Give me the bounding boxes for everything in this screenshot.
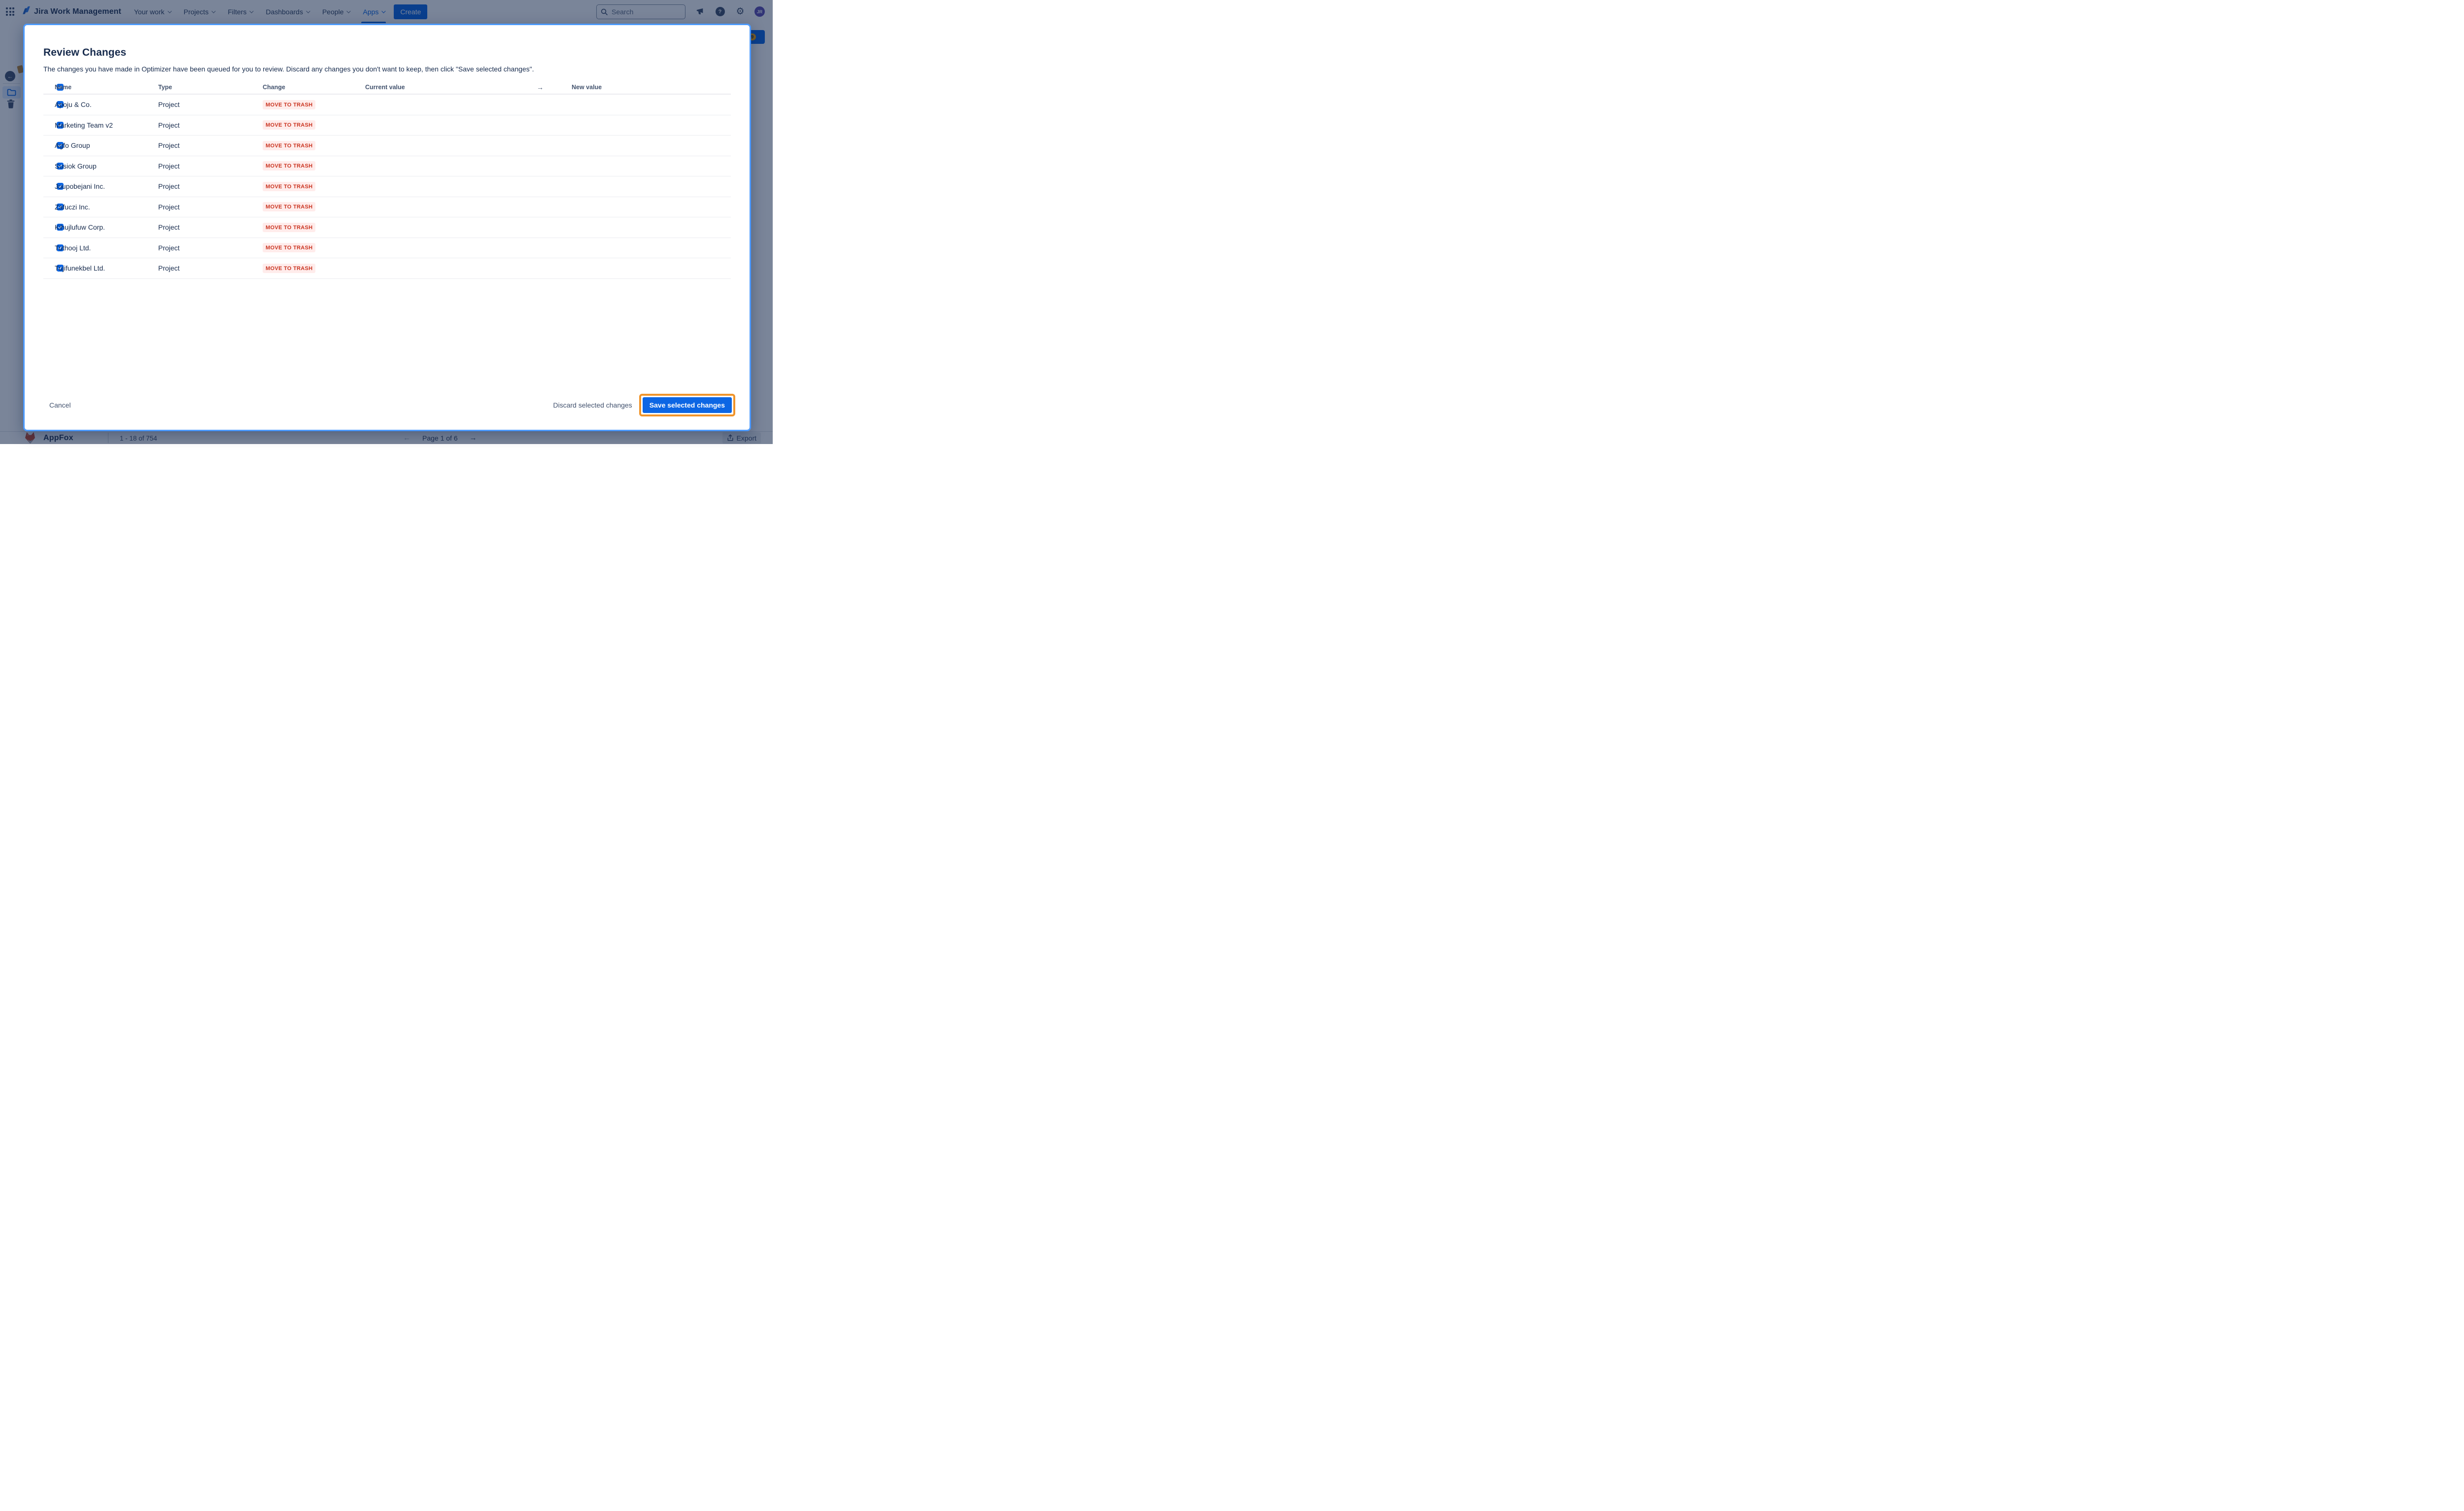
table-row: Apoju & Co. Project MOVE TO TRASH [43, 95, 731, 115]
row-type: Project [158, 182, 263, 190]
column-header-change: Change [263, 84, 365, 91]
row-name: Agfo Group [55, 141, 158, 149]
discard-selected-button[interactable]: Discard selected changes [553, 401, 632, 409]
changes-table: Name Type Change Current value → New val… [43, 80, 731, 279]
modal-description: The changes you have made in Optimizer h… [43, 64, 731, 74]
table-row: Tuthooj Ltd. Project MOVE TO TRASH [43, 238, 731, 259]
table-row: Juupobejani Inc. Project MOVE TO TRASH [43, 176, 731, 197]
change-badge: MOVE TO TRASH [263, 264, 315, 273]
save-selected-button[interactable]: Save selected changes [643, 397, 732, 413]
column-header-new: New value [572, 84, 731, 91]
row-type: Project [158, 141, 263, 149]
arrow-right-icon: → [537, 83, 572, 91]
table-body: Apoju & Co. Project MOVE TO TRASH Market… [43, 95, 731, 279]
table-row: Tujifunekbel Ltd. Project MOVE TO TRASH [43, 258, 731, 279]
modal-title: Review Changes [43, 47, 731, 59]
table-header-row: Name Type Change Current value → New val… [43, 80, 731, 95]
row-name: Marketing Team v2 [55, 121, 158, 129]
table-row: Marketing Team v2 Project MOVE TO TRASH [43, 115, 731, 136]
modal-footer: Cancel Discard selected changes Save sel… [49, 394, 735, 416]
annotation-highlight-ring: Save selected changes [639, 394, 735, 416]
change-badge: MOVE TO TRASH [263, 223, 315, 232]
row-type: Project [158, 223, 263, 231]
row-name: Juupobejani Inc. [55, 182, 158, 190]
column-header-current: Current value [365, 84, 537, 91]
row-type: Project [158, 203, 263, 211]
change-badge: MOVE TO TRASH [263, 141, 315, 150]
change-badge: MOVE TO TRASH [263, 161, 315, 171]
row-name: Zafuczi Inc. [55, 203, 158, 211]
row-name: Apoju & Co. [55, 101, 158, 108]
row-type: Project [158, 101, 263, 108]
row-type: Project [158, 264, 263, 272]
table-row: Kihujlufuw Corp. Project MOVE TO TRASH [43, 217, 731, 238]
row-name: Tuthooj Ltd. [55, 244, 158, 252]
table-row: Susiok Group Project MOVE TO TRASH [43, 156, 731, 177]
column-header-name: Name [55, 84, 158, 91]
change-badge: MOVE TO TRASH [263, 182, 315, 191]
row-type: Project [158, 121, 263, 129]
change-badge: MOVE TO TRASH [263, 202, 315, 211]
row-name: Tujifunekbel Ltd. [55, 264, 158, 272]
row-type: Project [158, 162, 263, 170]
row-type: Project [158, 244, 263, 252]
table-row: Agfo Group Project MOVE TO TRASH [43, 136, 731, 156]
cancel-button[interactable]: Cancel [49, 401, 71, 409]
table-row: Zafuczi Inc. Project MOVE TO TRASH [43, 197, 731, 218]
row-name: Kihujlufuw Corp. [55, 223, 158, 231]
review-changes-modal: Review Changes The changes you have made… [23, 24, 751, 431]
change-badge: MOVE TO TRASH [263, 243, 315, 252]
change-badge: MOVE TO TRASH [263, 120, 315, 130]
column-header-type: Type [158, 84, 263, 91]
row-name: Susiok Group [55, 162, 158, 170]
change-badge: MOVE TO TRASH [263, 100, 315, 109]
